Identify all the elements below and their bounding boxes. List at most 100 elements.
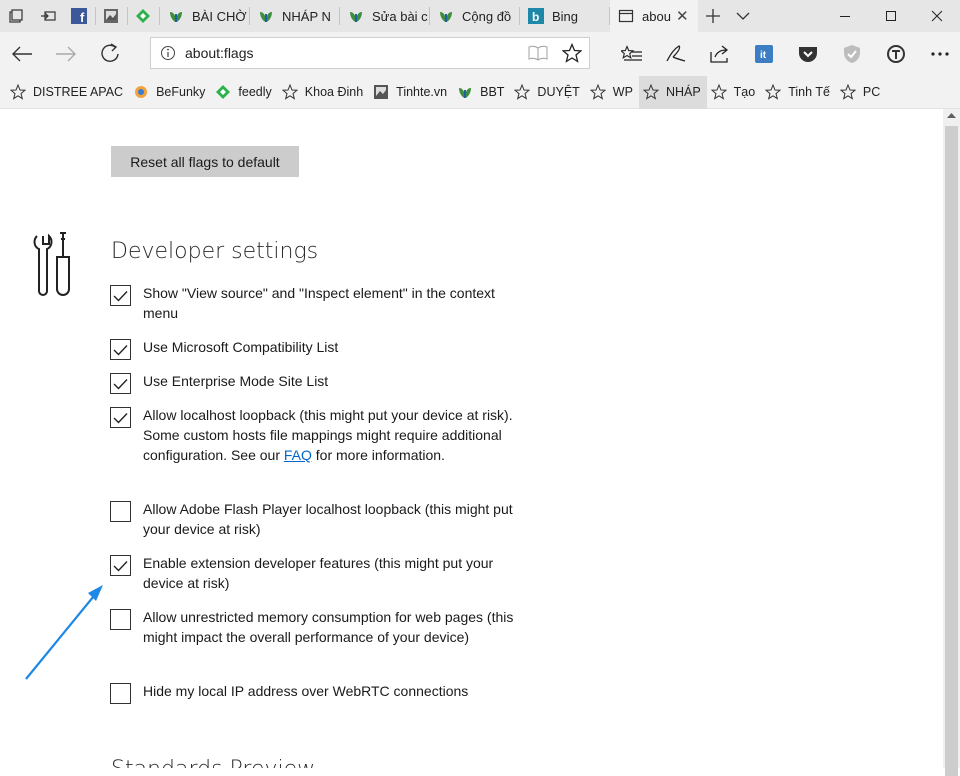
url-text[interactable]: about:flags [185,45,521,61]
favorite-pc[interactable]: PC [836,76,886,109]
option-compat-list[interactable]: Use Microsoft Compatibility List [110,339,530,360]
favorite-duyet[interactable]: DUYỆT [510,76,585,109]
star-icon [562,43,582,63]
favorite-khoa-dinh[interactable]: Khoa Đinh [278,76,369,109]
bing-icon: b [528,8,544,24]
option-view-source[interactable]: Show "View source" and "Inspect element"… [110,285,530,323]
add-favorite-button[interactable] [555,38,589,68]
image-icon [103,8,119,24]
favorite-feedly[interactable]: feedly [211,76,277,109]
ellipsis-icon [931,52,949,56]
svg-text:b: b [532,10,539,24]
leaf-icon [168,8,184,24]
favorite-label: WP [612,85,633,99]
option-label: Allow unrestricted memory consumption fo… [143,609,514,645]
image-icon [373,84,389,100]
option-label: Use Enterprise Mode Site List [143,373,329,389]
set-tabs-aside-button[interactable] [32,0,64,32]
scroll-up-arrow-icon[interactable] [947,112,956,118]
option-label: Use Microsoft Compatibility List [143,339,339,355]
favorite-bbt[interactable]: BBT [453,76,510,109]
tab-cong-dong[interactable]: Cộng đồ [430,0,520,32]
reading-view-button[interactable] [521,38,555,68]
option-localhost-loopback[interactable]: Allow localhost loopback (this might put… [110,407,530,465]
leaf-icon [258,8,274,24]
tab-bing[interactable]: b Bing [520,0,610,32]
favorite-distree[interactable]: DISTREE APAC [6,76,129,109]
tab-about-flags[interactable]: abou ✕ [610,0,698,32]
feedback-extension-button[interactable] [874,32,918,76]
refresh-button[interactable] [88,32,132,76]
tab-bai-cho[interactable]: BÀI CHỜ [160,0,250,32]
option-flash-loopback[interactable]: Allow Adobe Flash Player localhost loopb… [110,501,530,539]
favorite-nhap[interactable]: NHÁP [638,75,707,109]
plus-icon [706,9,720,23]
web-note-button[interactable] [654,32,698,76]
option-unrestricted-memory[interactable]: Allow unrestricted memory consumption fo… [110,609,530,647]
tab-preview-button[interactable] [0,0,32,32]
option-extension-developer[interactable]: Enable extension developer features (thi… [110,555,530,593]
star-icon [765,84,782,100]
minimize-icon [840,16,850,17]
svg-text:f: f [80,10,85,24]
favorite-label: BBT [480,85,505,99]
shield-extension-button[interactable] [830,32,874,76]
option-enterprise-mode[interactable]: Use Enterprise Mode Site List [110,373,530,394]
vertical-scrollbar[interactable] [943,109,960,776]
forward-arrow-icon [56,46,76,62]
refresh-icon [101,43,119,62]
option-label: Allow Adobe Flash Player localhost loopb… [143,501,513,537]
favorites-bar: DISTREE APAC BeFunky feedly Khoa Đinh Ti… [0,75,960,109]
favorite-tao[interactable]: Tạo [707,76,762,109]
facebook-icon: f [71,8,87,24]
tab-label: abou [642,8,671,24]
favorite-befunky[interactable]: BeFunky [129,76,211,109]
forward-button[interactable] [44,32,88,76]
info-icon[interactable] [151,45,185,61]
pen-icon [666,45,686,62]
option-label: Show "View source" and "Inspect element"… [143,285,495,321]
feedly-icon [215,84,231,100]
address-bar[interactable]: about:flags [150,37,590,69]
option-label-text: for more information. [311,447,445,463]
close-window-button[interactable] [914,0,960,32]
favorite-label: NHÁP [665,85,701,99]
tab-label: Bing [552,8,579,24]
tab-sua-bai[interactable]: Sửa bài c [340,0,430,32]
tab-preview-icon [9,9,23,23]
pocket-button[interactable] [786,32,830,76]
show-tab-previews-button[interactable] [728,0,758,32]
back-button[interactable] [0,32,44,76]
favorite-label: Khoa Đinh [304,85,364,99]
tab-facebook[interactable]: f [64,0,96,32]
chevron-down-icon [736,12,750,20]
shield-icon [844,45,860,63]
star-icon [839,84,856,100]
close-tab-icon[interactable]: ✕ [676,7,692,25]
tabbar-spacer [758,0,822,32]
svg-text:it: it [760,50,767,61]
pocket-icon [799,47,817,62]
favorite-wp[interactable]: WP [586,76,639,109]
it-extension-icon: it [755,45,773,63]
scrollbar-thumb[interactable] [945,126,958,776]
favorite-label: DUYỆT [537,85,580,99]
tab-label: NHÁP N [282,8,331,24]
option-hide-ip-webrtc[interactable]: Hide my local IP address over WebRTC con… [110,683,530,704]
maximize-button[interactable] [868,0,914,32]
tab-label: BÀI CHỜ [192,8,247,24]
share-button[interactable] [698,32,742,76]
tab-nhap-n[interactable]: NHÁP N [250,0,340,32]
hub-button[interactable] [610,32,654,76]
new-tab-button[interactable] [698,0,728,32]
extension-it-button[interactable]: it [742,32,786,76]
favorite-tinhte[interactable]: Tinhte.vn [369,76,453,109]
more-button[interactable] [918,32,960,76]
minimize-button[interactable] [822,0,868,32]
favorite-tinh-te[interactable]: Tinh Tế [761,76,836,109]
tab-image[interactable] [96,0,128,32]
faq-link[interactable]: FAQ [284,447,312,463]
star-icon [10,84,26,100]
option-label: Enable extension developer features (thi… [143,555,494,591]
tab-feedly[interactable] [128,0,160,32]
